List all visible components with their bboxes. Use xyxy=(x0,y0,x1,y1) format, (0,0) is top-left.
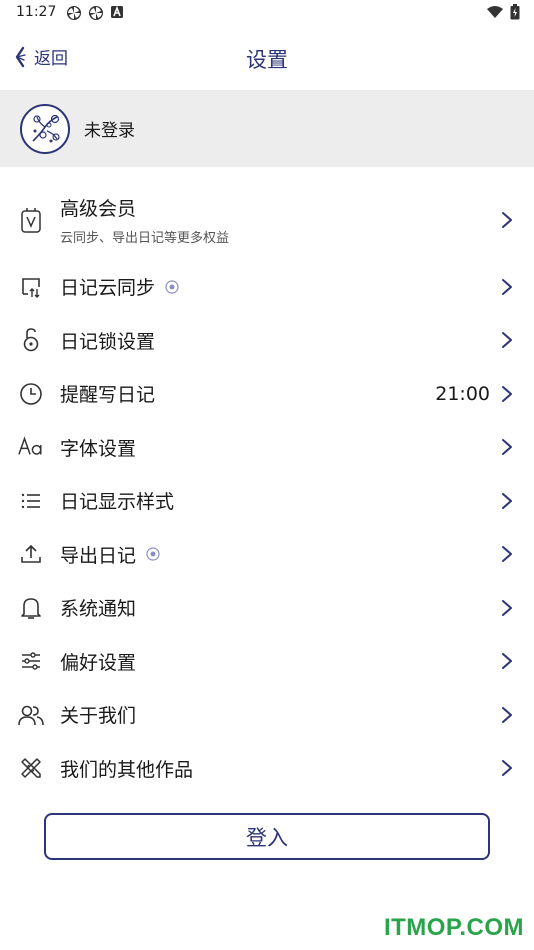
menu-item-works[interactable]: 我们的其他作品 xyxy=(0,742,534,796)
menu-item-premium[interactable]: 高级会员 云同步、导出日记等更多权益 xyxy=(0,180,534,260)
lock-icon xyxy=(18,327,44,353)
menu-item-notify[interactable]: 系统通知 xyxy=(0,581,534,635)
menu-text-export: 导出日记 xyxy=(60,541,160,568)
avatar[interactable] xyxy=(20,103,70,154)
menu-text-prefs: 偏好设置 xyxy=(60,648,136,675)
list-icon xyxy=(18,488,44,514)
menu-text-lock: 日记锁设置 xyxy=(60,327,155,354)
menu-text-display: 日记显示样式 xyxy=(60,487,174,514)
menu-label: 提醒写日记 xyxy=(60,384,156,407)
membership-icon xyxy=(18,207,44,233)
chevron-right-icon xyxy=(502,212,512,228)
status-bar: 11:27 xyxy=(0,0,534,28)
bell-icon xyxy=(18,595,44,621)
login-button-label: 登入 xyxy=(246,825,288,850)
profile-row[interactable]: 未登录 xyxy=(0,90,534,167)
status-time: 11:27 xyxy=(16,4,57,20)
chevron-right-icon xyxy=(502,706,512,723)
menu-label: 偏好设置 xyxy=(60,651,137,674)
menu-label: 日记云同步 xyxy=(60,277,156,300)
cloud-sync-icon xyxy=(18,274,44,300)
menu-item-export[interactable]: 导出日记 xyxy=(0,528,534,582)
pinwheel-icon xyxy=(67,6,81,20)
login-button[interactable]: 登入 xyxy=(44,813,490,860)
menu-text-notify: 系统通知 xyxy=(60,594,136,621)
menu-text-sync: 日记云同步 xyxy=(60,273,179,300)
chevron-right-icon xyxy=(502,546,512,563)
wifi-icon xyxy=(487,6,503,18)
menu-label: 导出日记 xyxy=(60,544,137,567)
chevron-right-icon xyxy=(502,439,512,456)
avatar-plum-blossom-icon xyxy=(32,114,60,142)
tools-icon xyxy=(18,755,44,781)
battery-icon xyxy=(510,4,520,20)
chevron-right-icon xyxy=(502,385,512,402)
menu-text-works: 我们的其他作品 xyxy=(60,755,193,782)
chevron-right-icon xyxy=(502,599,512,616)
menu-subtitle: 云同步、导出日记等更多权益 xyxy=(60,231,230,246)
menu-item-font[interactable]: 字体设置 xyxy=(0,421,534,475)
menu-label: 日记显示样式 xyxy=(60,491,175,514)
a-box-icon xyxy=(111,5,123,18)
reminder-time-value: 21:00 xyxy=(435,382,490,405)
chevron-right-icon xyxy=(502,332,512,349)
status-icons-left xyxy=(66,5,124,21)
profile-name: 未登录 xyxy=(84,121,135,141)
font-icon xyxy=(18,434,44,460)
chevron-right-icon xyxy=(502,492,512,509)
menu-label: 日记锁设置 xyxy=(60,330,156,353)
page-title: 设置 xyxy=(246,48,288,72)
menu-item-display[interactable]: 日记显示样式 xyxy=(0,474,534,528)
top-bar: 返回 设置 xyxy=(0,30,534,86)
menu-label: 字体设置 xyxy=(60,437,137,460)
menu-text-premium: 高级会员 云同步、导出日记等更多权益 xyxy=(60,194,229,246)
premium-badge-icon xyxy=(146,547,160,561)
chevron-right-icon xyxy=(502,653,512,670)
clock-icon xyxy=(18,381,44,407)
menu-text-font: 字体设置 xyxy=(60,434,136,461)
menu-item-lock[interactable]: 日记锁设置 xyxy=(0,314,534,368)
menu-item-about[interactable]: 关于我们 xyxy=(0,688,534,742)
export-icon xyxy=(18,541,44,567)
watermark: ITMOP.COM xyxy=(383,914,524,941)
menu-label: 高级会员 xyxy=(60,198,137,220)
menu-text-about: 关于我们 xyxy=(60,701,136,728)
sliders-icon xyxy=(18,648,44,674)
chevron-right-icon xyxy=(502,760,512,777)
settings-menu: 高级会员 云同步、导出日记等更多权益 日记云同步 日记锁设置 提醒写日记 21:… xyxy=(0,180,534,795)
menu-text-reminder: 提醒写日记 xyxy=(60,380,155,407)
menu-item-sync[interactable]: 日记云同步 xyxy=(0,260,534,314)
menu-label: 系统通知 xyxy=(60,598,137,621)
status-icons-right xyxy=(486,4,520,20)
chevron-right-icon xyxy=(502,278,512,295)
menu-label: 关于我们 xyxy=(60,705,137,728)
menu-label: 我们的其他作品 xyxy=(60,758,194,781)
premium-badge-icon xyxy=(165,280,179,294)
menu-item-prefs[interactable]: 偏好设置 xyxy=(0,635,534,689)
pinwheel-icon xyxy=(89,6,103,20)
people-icon xyxy=(18,702,44,728)
menu-item-reminder[interactable]: 提醒写日记 21:00 xyxy=(0,367,534,421)
